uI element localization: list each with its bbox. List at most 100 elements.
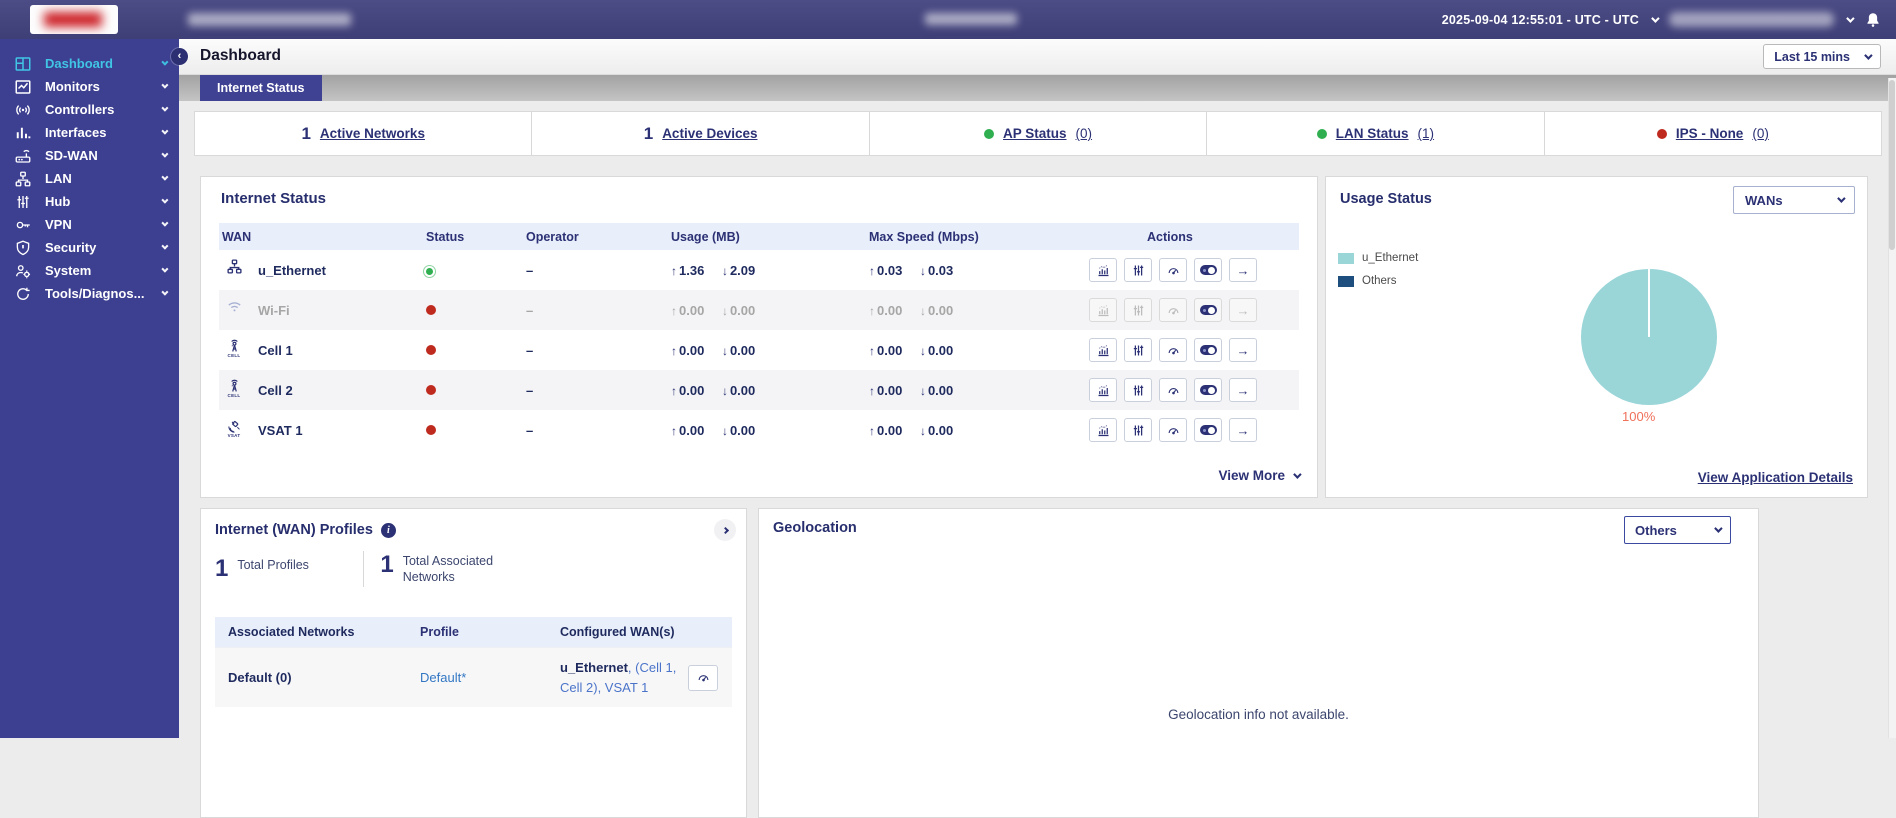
interfaces-icon bbox=[14, 124, 32, 142]
status-disconnected-dot-icon bbox=[426, 305, 436, 315]
wan-details-arrow-button[interactable]: → bbox=[1229, 258, 1257, 282]
speed-test-gauge-button[interactable] bbox=[1159, 298, 1187, 322]
info-icon[interactable]: i bbox=[381, 523, 396, 538]
vpn-key-icon bbox=[14, 216, 32, 234]
profiles-stats: 1 Total Profiles 1 Total Associated Netw… bbox=[215, 551, 513, 587]
sidebar-item-label: Monitors bbox=[45, 79, 161, 94]
wan-settings-sliders-button[interactable] bbox=[1124, 338, 1152, 362]
lan-status-count[interactable]: (1) bbox=[1418, 126, 1435, 141]
sidebar-item-dashboard[interactable]: Dashboard bbox=[0, 52, 179, 75]
account-chevron-down-icon[interactable] bbox=[1846, 14, 1854, 22]
status-summary-bar: 1 Active Networks 1 Active Devices AP St… bbox=[194, 111, 1882, 156]
ap-status-link[interactable]: AP Status bbox=[1003, 126, 1067, 141]
ips-status-link[interactable]: IPS - None bbox=[1676, 126, 1744, 141]
traffic-chart-button[interactable] bbox=[1089, 378, 1117, 402]
brand-logo[interactable] bbox=[30, 5, 118, 34]
sidebar-item-vpn[interactable]: VPN bbox=[0, 213, 179, 236]
summary-ips[interactable]: IPS - None (0) bbox=[1545, 112, 1881, 155]
download-arrow-icon: ↓ bbox=[722, 264, 728, 278]
wan-settings-sliders-button[interactable] bbox=[1124, 418, 1152, 442]
wan-settings-sliders-button[interactable] bbox=[1124, 378, 1152, 402]
enable-toggle-button[interactable] bbox=[1194, 298, 1222, 322]
wan-details-arrow-button[interactable]: → bbox=[1229, 298, 1257, 322]
sidebar-item-label: SD-WAN bbox=[45, 148, 161, 163]
notifications-bell-icon[interactable] bbox=[1864, 11, 1882, 29]
wan-settings-sliders-button[interactable] bbox=[1124, 258, 1152, 282]
wan-name[interactable]: u_Ethernet bbox=[258, 263, 326, 278]
column-header-max-speed: Max Speed (Mbps) bbox=[869, 230, 1089, 244]
speed-test-gauge-button[interactable] bbox=[1159, 338, 1187, 362]
scrollbar-thumb[interactable] bbox=[1889, 80, 1895, 250]
speed-test-gauge-button[interactable] bbox=[688, 665, 718, 691]
traffic-chart-button[interactable] bbox=[1089, 258, 1117, 282]
enable-toggle-button[interactable] bbox=[1194, 378, 1222, 402]
usage-download-value: 0.00 bbox=[730, 383, 755, 398]
vertical-scrollbar[interactable] bbox=[1888, 78, 1896, 738]
time-range-select[interactable]: Last 15 mins bbox=[1763, 44, 1881, 69]
sidebar-item-label: Hub bbox=[45, 194, 161, 209]
lan-status-link[interactable]: LAN Status bbox=[1336, 126, 1409, 141]
sidebar-item-tools-diagnostics[interactable]: Tools/Diagnos... bbox=[0, 282, 179, 305]
speed-test-gauge-button[interactable] bbox=[1159, 418, 1187, 442]
enable-toggle-button[interactable] bbox=[1194, 418, 1222, 442]
upload-arrow-icon: ↑ bbox=[869, 264, 875, 278]
satellite-icon: VSAT bbox=[222, 418, 246, 442]
traffic-chart-button[interactable] bbox=[1089, 298, 1117, 322]
ap-status-count[interactable]: (0) bbox=[1076, 126, 1093, 141]
sidebar-item-system[interactable]: System bbox=[0, 259, 179, 282]
sidebar-item-label: VPN bbox=[45, 217, 161, 232]
sidebar-item-security[interactable]: Security bbox=[0, 236, 179, 259]
sidebar-item-lan[interactable]: LAN bbox=[0, 167, 179, 190]
hub-sliders-icon bbox=[14, 193, 32, 211]
wan-details-arrow-button[interactable]: → bbox=[1229, 338, 1257, 362]
panel-title: Geolocation bbox=[773, 520, 857, 536]
summary-active-devices[interactable]: 1 Active Devices bbox=[532, 112, 869, 155]
chevron-down-icon bbox=[161, 174, 168, 181]
usage-scope-select[interactable]: WANs bbox=[1733, 186, 1855, 214]
sidebar-item-monitors[interactable]: Monitors bbox=[0, 75, 179, 98]
wan-settings-sliders-button[interactable] bbox=[1124, 298, 1152, 322]
sidebar-collapse-button[interactable]: ‹ bbox=[171, 48, 188, 65]
summary-lan-status[interactable]: LAN Status (1) bbox=[1207, 112, 1544, 155]
speed-test-gauge-button[interactable] bbox=[1159, 378, 1187, 402]
usage-download-value: 0.00 bbox=[730, 343, 755, 358]
user-account-menu[interactable] bbox=[1669, 12, 1834, 27]
sidebar-item-hub[interactable]: Hub bbox=[0, 190, 179, 213]
summary-ap-status[interactable]: AP Status (0) bbox=[870, 112, 1207, 155]
page-title: Dashboard bbox=[200, 47, 281, 65]
chevron-down-icon bbox=[1714, 524, 1722, 532]
enable-toggle-button[interactable] bbox=[1194, 258, 1222, 282]
speed-test-gauge-button[interactable] bbox=[1159, 258, 1187, 282]
sidebar-item-sdwan[interactable]: SD-WAN bbox=[0, 144, 179, 167]
profile-link[interactable]: Default* bbox=[420, 670, 560, 685]
wan-name[interactable]: Cell 2 bbox=[258, 383, 293, 398]
sidebar-item-label: Controllers bbox=[45, 102, 161, 117]
expand-panel-button[interactable] bbox=[714, 519, 736, 541]
summary-active-networks[interactable]: 1 Active Networks bbox=[195, 112, 532, 155]
main-content: Dashboard Last 15 mins Internet Status 1… bbox=[179, 39, 1896, 738]
tab-internet-status[interactable]: Internet Status bbox=[200, 75, 322, 101]
sidebar-item-controllers[interactable]: Controllers bbox=[0, 98, 179, 121]
traffic-chart-button[interactable] bbox=[1089, 338, 1117, 362]
sidebar-item-interfaces[interactable]: Interfaces bbox=[0, 121, 179, 144]
wan-details-arrow-button[interactable]: → bbox=[1229, 378, 1257, 402]
wifi-icon bbox=[222, 298, 246, 322]
active-devices-link[interactable]: Active Devices bbox=[662, 126, 757, 141]
enable-toggle-button[interactable] bbox=[1194, 338, 1222, 362]
view-more-link[interactable]: View More bbox=[1218, 468, 1299, 483]
traffic-chart-button[interactable] bbox=[1089, 418, 1117, 442]
wan-details-arrow-button[interactable]: → bbox=[1229, 418, 1257, 442]
active-networks-link[interactable]: Active Networks bbox=[320, 126, 425, 141]
ips-status-count[interactable]: (0) bbox=[1752, 126, 1769, 141]
speed-upload-value: 0.00 bbox=[877, 343, 902, 358]
geolocation-scope-select[interactable]: Others bbox=[1624, 516, 1731, 544]
table-row-vsat-1: VSAT VSAT 1 – ↑0.00 ↓0.00 ↑0.00 ↓0.00 bbox=[219, 410, 1299, 450]
topbar: 2025-09-04 12:55:01 - UTC - UTC bbox=[0, 0, 1896, 39]
wan-name[interactable]: Cell 1 bbox=[258, 343, 293, 358]
sdwan-router-icon bbox=[14, 147, 32, 165]
sidebar-nav: Dashboard Monitors Controllers Interface… bbox=[0, 39, 179, 738]
view-application-details-link[interactable]: View Application Details bbox=[1698, 470, 1853, 485]
wan-name[interactable]: VSAT 1 bbox=[258, 423, 303, 438]
timezone-chevron-down-icon[interactable] bbox=[1651, 14, 1659, 22]
wan-name[interactable]: Wi-Fi bbox=[258, 303, 290, 318]
